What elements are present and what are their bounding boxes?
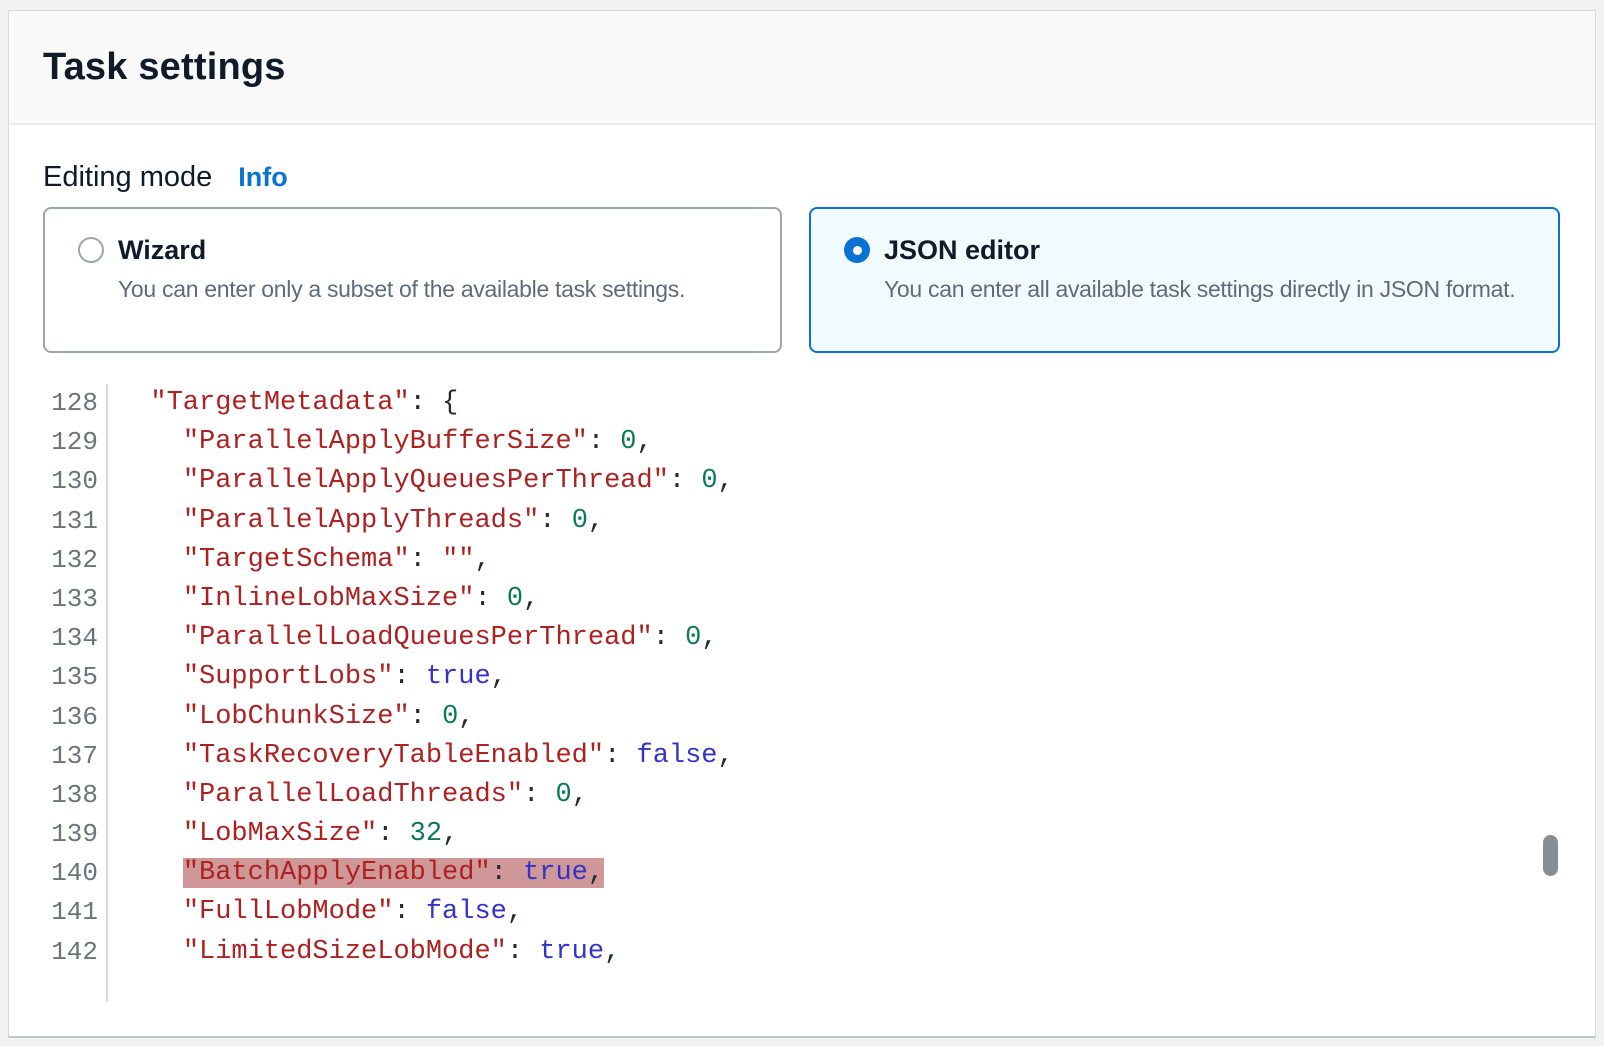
line-number: 132 xyxy=(43,541,108,580)
code-line: 128 "TargetMetadata": { xyxy=(43,384,1561,423)
code-line: 135 "SupportLobs": true, xyxy=(43,658,1561,697)
line-number: 128 xyxy=(43,384,108,423)
line-number: 134 xyxy=(43,619,108,658)
code-line: 139 "LobMaxSize": 32, xyxy=(43,815,1561,854)
code-lines: 128 "TargetMetadata": {129 "ParallelAppl… xyxy=(43,384,1561,972)
option-title-wizard: Wizard xyxy=(118,233,685,267)
info-link[interactable]: Info xyxy=(238,159,287,195)
line-number: 130 xyxy=(43,462,108,501)
code-line: 136 "LobChunkSize": 0, xyxy=(43,698,1561,737)
editor-scrollbar-thumb[interactable] xyxy=(1543,835,1558,876)
panel-title: Task settings xyxy=(43,46,286,89)
code-line: 133 "InlineLobMaxSize": 0, xyxy=(43,580,1561,619)
gutter-stub xyxy=(43,972,1561,1002)
code-line: 134 "ParallelLoadQueuesPerThread": 0, xyxy=(43,619,1561,658)
panel-header: Task settings xyxy=(9,11,1595,125)
code-line: 142 "LimitedSizeLobMode": true, xyxy=(43,933,1561,972)
panel-body: Editing mode Info Wizard You can enter o… xyxy=(9,125,1595,1002)
code-line: 140 "BatchApplyEnabled": true, xyxy=(43,854,1561,893)
line-number: 129 xyxy=(43,423,108,462)
json-editor[interactable]: 128 "TargetMetadata": {129 "ParallelAppl… xyxy=(43,384,1561,1002)
code-line: 141 "FullLobMode": false, xyxy=(43,893,1561,932)
line-number: 135 xyxy=(43,658,108,697)
editing-mode-option-json-editor[interactable]: JSON editor You can enter all available … xyxy=(809,207,1560,353)
option-description-wizard: You can enter only a subset of the avail… xyxy=(118,273,685,306)
option-title-json-editor: JSON editor xyxy=(884,233,1515,267)
line-number: 136 xyxy=(43,698,108,737)
code-line: 137 "TaskRecoveryTableEnabled": false, xyxy=(43,737,1561,776)
editing-mode-label: Editing mode xyxy=(43,159,212,195)
editing-mode-row: Editing mode Info xyxy=(43,159,1561,195)
task-settings-panel: Task settings Editing mode Info Wizard Y… xyxy=(8,10,1596,1038)
code-line: 131 "ParallelApplyThreads": 0, xyxy=(43,502,1561,541)
line-number: 138 xyxy=(43,776,108,815)
editing-mode-option-wizard[interactable]: Wizard You can enter only a subset of th… xyxy=(43,207,782,353)
line-number: 137 xyxy=(43,737,108,776)
code-line: 138 "ParallelLoadThreads": 0, xyxy=(43,776,1561,815)
radio-unselected-icon[interactable] xyxy=(78,237,104,263)
code-line: 132 "TargetSchema": "", xyxy=(43,541,1561,580)
line-number: 139 xyxy=(43,815,108,854)
line-number: 133 xyxy=(43,580,108,619)
line-number: 142 xyxy=(43,933,108,972)
line-number: 141 xyxy=(43,893,108,932)
code-line: 129 "ParallelApplyBufferSize": 0, xyxy=(43,423,1561,462)
option-description-json-editor: You can enter all available task setting… xyxy=(884,273,1515,306)
radio-selected-icon[interactable] xyxy=(844,237,870,263)
line-number: 140 xyxy=(43,854,108,893)
line-number: 131 xyxy=(43,502,108,541)
code-line: 130 "ParallelApplyQueuesPerThread": 0, xyxy=(43,462,1561,501)
editing-mode-options: Wizard You can enter only a subset of th… xyxy=(43,207,1561,353)
